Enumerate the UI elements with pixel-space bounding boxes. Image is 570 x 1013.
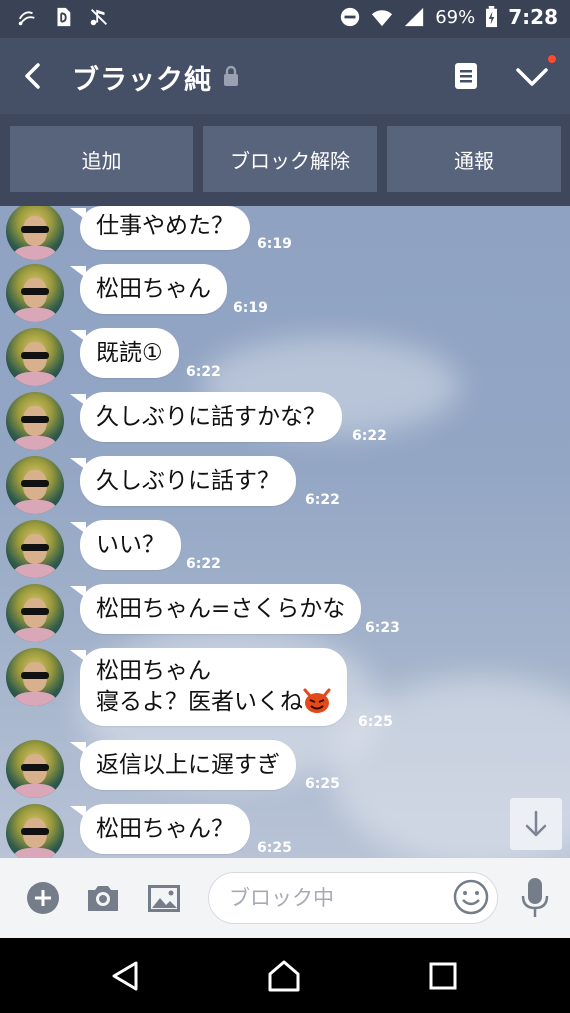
note-icon[interactable] bbox=[450, 60, 482, 92]
devil-emoji-icon bbox=[303, 688, 331, 713]
signal-icon bbox=[405, 7, 424, 27]
message-time: 6:25 bbox=[305, 776, 340, 792]
message-bubble[interactable]: 仕事やめた？ bbox=[70, 206, 250, 250]
message-bubble[interactable]: 松田ちゃん？ bbox=[70, 804, 250, 854]
silent-icon bbox=[90, 9, 107, 26]
message-bubble[interactable]: 返信以上に遅すぎ bbox=[70, 740, 296, 790]
message-time: 6:22 bbox=[186, 556, 221, 572]
avatar[interactable] bbox=[6, 520, 64, 578]
avatar[interactable] bbox=[6, 648, 64, 706]
message-time: 6:22 bbox=[352, 428, 387, 444]
message-text: 仕事やめた？ bbox=[96, 213, 234, 239]
avatar[interactable] bbox=[6, 456, 64, 514]
camera-icon[interactable] bbox=[85, 880, 121, 916]
message-bubble[interactable]: 松田ちゃん bbox=[70, 264, 227, 314]
message-time: 6:22 bbox=[186, 364, 221, 380]
notification-dot bbox=[548, 55, 556, 63]
add-friend-button[interactable]: 追加 bbox=[10, 126, 193, 192]
chat-title[interactable]: ブラック純 bbox=[72, 58, 212, 97]
home-icon[interactable] bbox=[266, 958, 302, 994]
message-time: 6:25 bbox=[358, 714, 393, 730]
message-text: 久しぶりに話すかな？ bbox=[96, 404, 326, 430]
arrow-down-icon bbox=[525, 810, 547, 837]
message-text: 松田ちゃん=さくらかな bbox=[96, 596, 346, 622]
microphone-icon[interactable] bbox=[517, 876, 553, 920]
nfc-icon bbox=[18, 11, 35, 26]
report-label: 通報 bbox=[454, 148, 494, 173]
do-not-disturb-icon bbox=[341, 7, 360, 27]
chat-messages[interactable]: 仕事やめた？ 6:19 松田ちゃん 6:19 既読① 6:22 久しぶりに話すか… bbox=[0, 206, 570, 858]
report-button[interactable]: 通報 bbox=[387, 126, 561, 192]
lock-icon bbox=[224, 65, 238, 86]
avatar[interactable] bbox=[6, 584, 64, 642]
message-text: いい？ bbox=[96, 532, 165, 558]
wifi-icon bbox=[372, 10, 393, 27]
avatar[interactable] bbox=[6, 264, 64, 322]
status-bar: 69% 7:28 bbox=[0, 0, 570, 38]
recents-icon[interactable] bbox=[425, 958, 461, 994]
avatar[interactable] bbox=[6, 804, 64, 858]
message-text: 寝るよ？医者いくね bbox=[96, 689, 303, 715]
plus-icon[interactable] bbox=[25, 880, 61, 916]
scroll-to-bottom-button[interactable] bbox=[510, 798, 562, 850]
back-arrow-icon[interactable] bbox=[14, 56, 54, 96]
message-text: 返信以上に遅すぎ bbox=[96, 752, 280, 778]
blocked-actions-bar: 追加 ブロック解除 通報 bbox=[0, 114, 570, 206]
message-bubble[interactable]: 松田ちゃん=さくらかな bbox=[69, 584, 362, 634]
avatar[interactable] bbox=[6, 392, 64, 450]
message-time: 6:19 bbox=[257, 236, 292, 252]
message-time: 6:25 bbox=[257, 840, 292, 856]
clock: 7:28 bbox=[508, 5, 558, 29]
message-bubble[interactable]: 久しぶりに話すかな？ bbox=[70, 392, 342, 442]
battery-charging-icon bbox=[486, 6, 498, 28]
emoji-icon[interactable] bbox=[452, 878, 490, 916]
unblock-button[interactable]: ブロック解除 bbox=[203, 126, 377, 192]
chat-header: ブラック純 bbox=[0, 38, 570, 114]
message-time: 6:19 bbox=[233, 300, 268, 316]
message-text: 松田ちゃん bbox=[96, 658, 211, 684]
message-time: 6:23 bbox=[365, 620, 400, 636]
battery-percent: 69% bbox=[435, 6, 476, 28]
chevron-down-icon[interactable] bbox=[512, 60, 552, 92]
message-time: 6:22 bbox=[305, 492, 340, 508]
avatar[interactable] bbox=[6, 328, 64, 386]
message-bubble[interactable]: いい？ bbox=[70, 520, 181, 570]
message-text: 久しぶりに話す？ bbox=[96, 468, 280, 494]
avatar[interactable] bbox=[6, 740, 64, 798]
add-friend-label: 追加 bbox=[81, 148, 122, 173]
message-bubble[interactable]: 既読① bbox=[70, 328, 179, 378]
message-text: 松田ちゃん？ bbox=[96, 816, 234, 842]
image-icon[interactable] bbox=[146, 880, 182, 916]
unblock-label: ブロック解除 bbox=[230, 148, 350, 173]
message-bubble[interactable]: 久しぶりに話す？ bbox=[70, 456, 296, 506]
back-triangle-icon[interactable] bbox=[108, 958, 144, 994]
message-input-bar bbox=[0, 858, 570, 938]
avatar[interactable] bbox=[6, 206, 64, 260]
sim-icon bbox=[57, 7, 71, 27]
message-bubble[interactable]: 松田ちゃん 寝るよ？医者いくね bbox=[70, 648, 347, 726]
message-text: 松田ちゃん bbox=[96, 276, 211, 302]
system-nav-bar bbox=[0, 938, 570, 1013]
message-text: 既読① bbox=[96, 340, 163, 366]
